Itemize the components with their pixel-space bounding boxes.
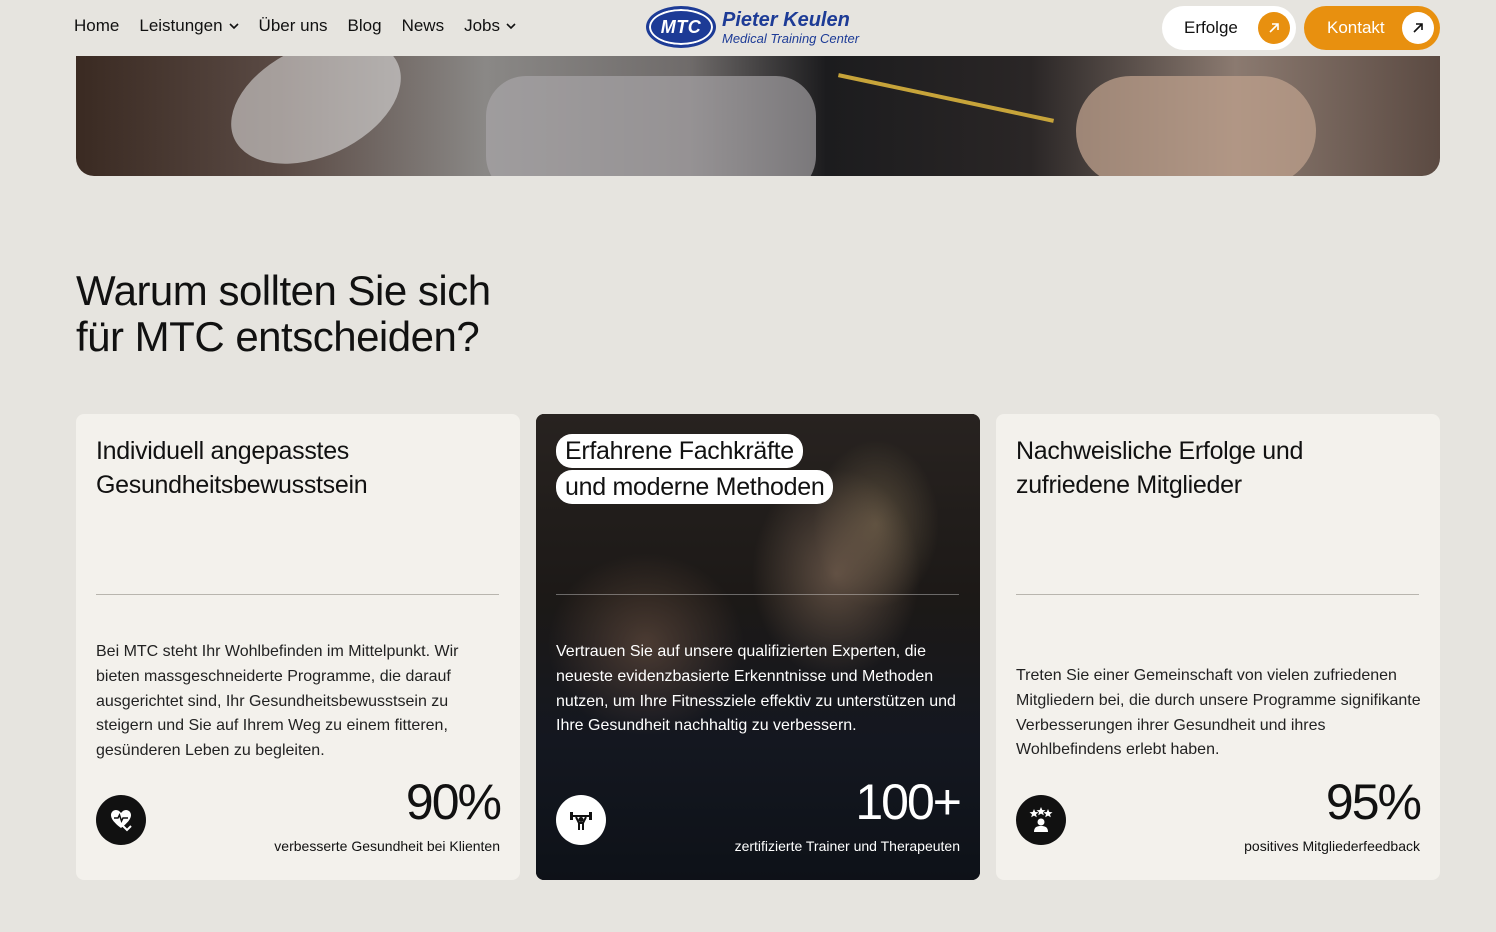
card-title: Nachweisliche Erfolge und zufriedene Mit… bbox=[1016, 437, 1304, 499]
nav-item-label: Home bbox=[74, 16, 120, 35]
stat-label: zertifizierte Trainer und Therapeuten bbox=[734, 838, 960, 854]
stat-value: 90% bbox=[405, 774, 502, 830]
erfolge-button-label: Erfolge bbox=[1184, 18, 1238, 37]
stat-value: 100+ bbox=[855, 774, 962, 830]
nav-item-blog[interactable]: Blog bbox=[348, 16, 382, 36]
logo-subtitle: Medical Training Center bbox=[722, 30, 860, 46]
weightlifter-icon bbox=[556, 795, 606, 845]
card-divider bbox=[1016, 594, 1419, 595]
mtc-logo[interactable]: MTC Pieter Keulen Medical Training Cente… bbox=[646, 6, 859, 48]
heart-health-icon bbox=[96, 795, 146, 845]
feature-card-health: Individuell angepasstes Gesundheitsbewus… bbox=[76, 414, 520, 880]
main-nav: Home Leistungen Über uns Blog News Jobs bbox=[74, 16, 516, 36]
logo-mark-text: MTC bbox=[660, 16, 702, 37]
feature-card-experts: Erfahrene Fachkräfte und moderne Methode… bbox=[536, 414, 980, 880]
card-divider bbox=[96, 594, 499, 595]
section-heading: Warum sollten Sie sich für MTC entscheid… bbox=[76, 268, 596, 360]
card-description: Bei MTC steht Ihr Wohlbefinden im Mittel… bbox=[96, 643, 459, 760]
nav-item-news[interactable]: News bbox=[402, 16, 445, 36]
erfolge-button[interactable]: Erfolge bbox=[1162, 6, 1296, 50]
stat-label: positives Mitgliederfeedback bbox=[1244, 838, 1420, 854]
stat-label: verbesserte Gesundheit bei Klienten bbox=[274, 838, 500, 854]
arrow-up-right-icon bbox=[1402, 12, 1434, 44]
nav-item-leistungen[interactable]: Leistungen bbox=[139, 16, 239, 36]
nav-item-label: Leistungen bbox=[139, 16, 223, 35]
kontakt-button-label: Kontakt bbox=[1327, 18, 1385, 37]
card-description: Treten Sie einer Gemeinschaft von vielen… bbox=[1016, 667, 1421, 759]
nav-item-home[interactable]: Home bbox=[74, 16, 119, 36]
stat-value: 95% bbox=[1325, 774, 1422, 830]
nav-item-label: Über uns bbox=[258, 16, 328, 35]
section-heading-line2: für MTC entscheiden? bbox=[76, 313, 480, 360]
nav-item-label: Blog bbox=[347, 16, 382, 35]
nav-item-ueber-uns[interactable]: Über uns bbox=[259, 16, 328, 36]
top-navigation-bar: Home Leistungen Über uns Blog News Jobs … bbox=[0, 0, 1496, 56]
chevron-down-icon bbox=[228, 23, 239, 30]
nav-item-label: Jobs bbox=[464, 16, 500, 35]
rated-member-icon bbox=[1016, 795, 1066, 845]
card-divider bbox=[556, 594, 959, 595]
nav-item-label: News bbox=[401, 16, 445, 35]
card-title-line1: Erfahrene Fachkräfte bbox=[556, 434, 803, 468]
logo-mark: MTC bbox=[646, 6, 716, 48]
card-title: Individuell angepasstes Gesundheitsbewus… bbox=[96, 437, 368, 499]
logo-text: Pieter Keulen Medical Training Center bbox=[722, 10, 859, 45]
chevron-down-icon bbox=[506, 23, 516, 30]
kontakt-button[interactable]: Kontakt bbox=[1304, 6, 1440, 50]
card-title-line2: und moderne Methoden bbox=[556, 470, 834, 504]
hero-image bbox=[76, 56, 1440, 176]
card-title: Erfahrene Fachkräfte und moderne Methode… bbox=[556, 434, 834, 506]
feature-card-success: Nachweisliche Erfolge und zufriedene Mit… bbox=[996, 414, 1440, 880]
card-description: Vertrauen Sie auf unsere qualifizierten … bbox=[556, 643, 956, 735]
logo-name: Pieter Keulen bbox=[722, 8, 850, 31]
nav-item-jobs[interactable]: Jobs bbox=[464, 16, 516, 36]
arrow-up-right-icon bbox=[1258, 12, 1290, 44]
section-heading-line1: Warum sollten Sie sich bbox=[76, 267, 491, 314]
